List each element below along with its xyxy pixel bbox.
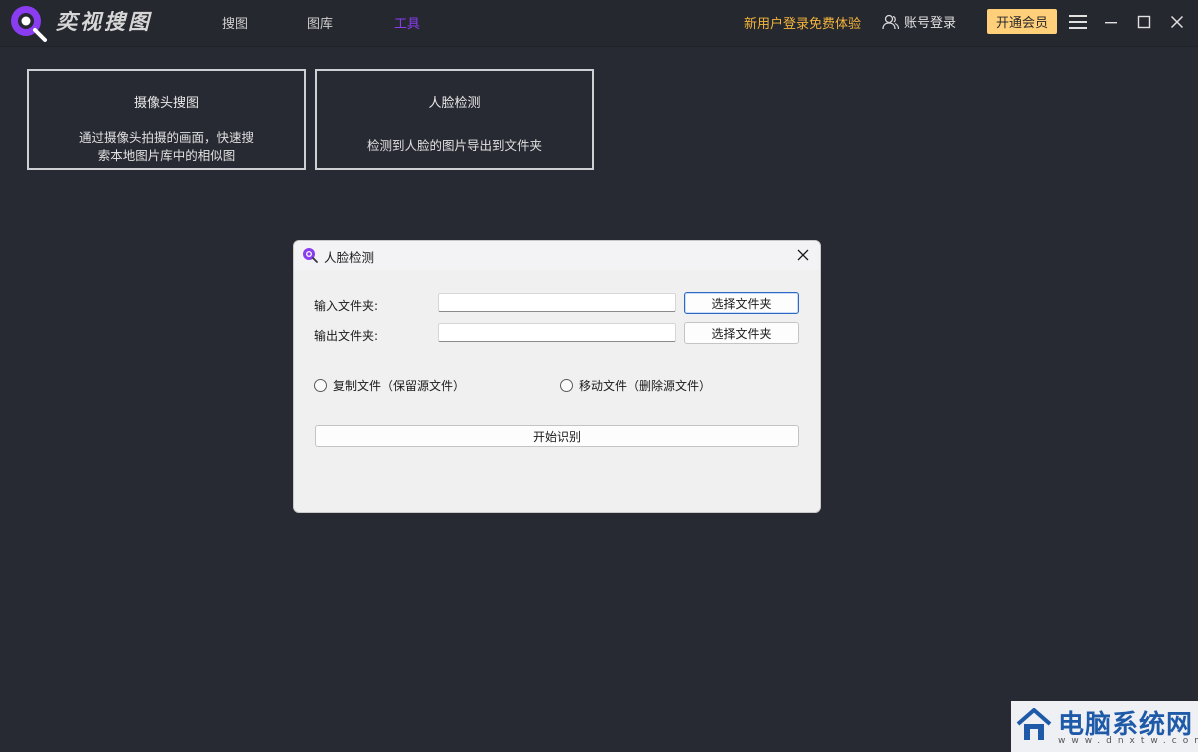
start-button[interactable]: 开始识别: [315, 425, 799, 447]
card-face-detection[interactable]: 人脸检测 检测到人脸的图片导出到文件夹: [315, 69, 594, 170]
app-name: 奕视搜图: [56, 9, 152, 34]
login-label: 账号登录: [904, 16, 957, 31]
close-icon[interactable]: [792, 244, 814, 266]
card-title: 人脸检测: [428, 96, 481, 111]
face-detection-dialog: 人脸检测 输入文件夹: 选择文件夹 输出文件夹: 选择文件夹 复制文件（保留源文…: [293, 240, 821, 513]
minimize-icon[interactable]: [1099, 10, 1123, 34]
card-title: 摄像头搜图: [133, 96, 199, 111]
app-logo-icon: [11, 6, 47, 42]
promo-link[interactable]: 新用户登录免费体验: [744, 13, 861, 32]
radio-move[interactable]: 移动文件（删除源文件）: [560, 377, 711, 394]
radio-circle: [560, 379, 573, 392]
nav-tools[interactable]: 工具: [394, 13, 420, 32]
close-icon[interactable]: [1165, 10, 1189, 34]
radio-copy[interactable]: 复制文件（保留源文件）: [314, 377, 465, 394]
card-description: 通过摄像头拍摄的画面，快速搜索本地图片库中的相似图: [78, 130, 254, 163]
input-folder-field[interactable]: [438, 293, 676, 312]
menu-icon[interactable]: [1066, 10, 1090, 34]
radio-copy-label: 复制文件（保留源文件）: [333, 379, 466, 393]
card-camera-search[interactable]: 摄像头搜图 通过摄像头拍摄的画面，快速搜索本地图片库中的相似图: [27, 69, 306, 170]
output-folder-label: 输出文件夹:: [314, 329, 379, 343]
browse-input-button[interactable]: 选择文件夹: [684, 292, 799, 314]
output-folder-field[interactable]: [438, 323, 676, 342]
maximize-icon[interactable]: [1132, 10, 1156, 34]
dialog-title: 人脸检测: [324, 250, 375, 265]
house-icon: [1016, 708, 1052, 740]
dialog-header: 人脸检测: [294, 241, 820, 270]
card-description: 检测到人脸的图片导出到文件夹: [366, 138, 542, 153]
input-folder-label: 输入文件夹:: [314, 299, 379, 313]
user-icon: [882, 14, 900, 29]
nav-gallery[interactable]: 图库: [307, 13, 333, 32]
watermark-url: www.dnxtw.com: [1058, 736, 1198, 746]
radio-move-label: 移动文件（删除源文件）: [579, 379, 712, 393]
browse-output-button[interactable]: 选择文件夹: [684, 322, 799, 344]
nav-search[interactable]: 搜图: [222, 13, 248, 32]
title-bar: 奕视搜图 搜图 图库 工具 新用户登录免费体验 账号登录 开通会员: [0, 0, 1198, 47]
vip-button[interactable]: 开通会员: [987, 9, 1057, 34]
app-logo-icon: [303, 248, 318, 263]
login-button[interactable]: 账号登录: [882, 12, 956, 31]
radio-circle: [314, 379, 327, 392]
